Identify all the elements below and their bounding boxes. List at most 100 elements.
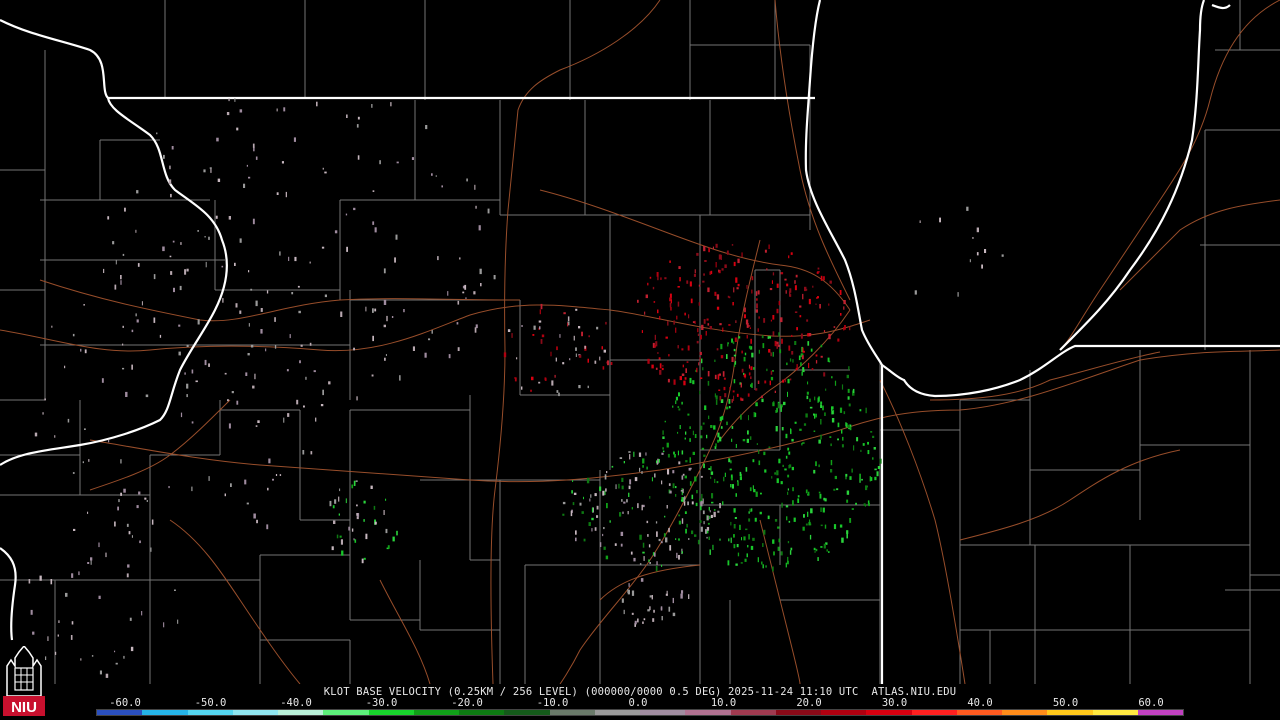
echo-pixel: [120, 492, 122, 496]
echo-pixel: [287, 413, 290, 417]
echo-pixel: [708, 506, 710, 511]
echo-pixel: [771, 476, 773, 479]
echo-pixel: [768, 349, 771, 353]
echo-pixel: [847, 396, 850, 400]
echo-pixel: [874, 468, 877, 471]
echo-pixel: [751, 508, 753, 512]
echo-pixel: [590, 494, 592, 498]
echo-pixel: [738, 336, 741, 339]
echo-pixel: [984, 249, 987, 253]
echo-pixel: [661, 564, 663, 567]
echo-pixel: [817, 267, 820, 270]
echo-pixel: [702, 510, 705, 515]
echo-pixel: [217, 178, 221, 182]
echo-pixel: [772, 539, 775, 544]
echo-pixel: [591, 507, 594, 513]
echo-pixel: [640, 578, 644, 582]
echo-pixel: [808, 521, 811, 526]
colorbar-segment: [368, 710, 414, 715]
echo-pixel: [191, 486, 193, 492]
echo-pixel: [356, 124, 359, 128]
echo-pixel: [570, 510, 573, 517]
echo-pixel: [677, 450, 679, 456]
echo-pixel: [539, 309, 541, 315]
echo-pixel: [521, 325, 523, 327]
echo-pixel: [733, 261, 736, 267]
echo-pixel: [246, 502, 249, 505]
echo-pixel: [531, 376, 534, 381]
echo-pixel: [694, 434, 697, 438]
echo-pixel: [656, 272, 659, 277]
echo-pixel: [751, 289, 753, 294]
echo-pixel: [731, 438, 733, 442]
echo-pixel: [708, 468, 711, 470]
echo-pixel: [646, 466, 648, 470]
echo-pixel: [720, 343, 723, 350]
echo-pixel: [203, 169, 206, 173]
echo-pixel: [629, 479, 632, 485]
echo-pixel: [652, 286, 655, 290]
echo-pixel: [823, 330, 826, 333]
echo-pixel: [668, 483, 671, 486]
echo-pixel: [718, 389, 721, 391]
echo-pixel: [739, 524, 741, 530]
echo-pixel: [819, 304, 821, 309]
echo-pixel: [703, 521, 705, 525]
echo-pixel: [305, 376, 307, 380]
echo-pixel: [799, 305, 802, 308]
echo-pixel: [661, 616, 663, 621]
echo-pixel: [839, 407, 843, 413]
echo-pixel: [809, 406, 813, 409]
echo-pixel: [830, 469, 833, 473]
echo-pixel: [573, 492, 577, 495]
echo-pixel: [874, 476, 877, 481]
echo-pixel: [792, 487, 794, 492]
echo-pixel: [141, 611, 143, 616]
echo-pixel: [739, 477, 742, 481]
echo-pixel: [681, 348, 684, 351]
echo-pixel: [776, 478, 779, 484]
echo-pixel: [300, 344, 303, 347]
echo-pixel: [651, 595, 653, 600]
echo-pixel: [425, 125, 428, 130]
echo-pixel: [681, 551, 683, 554]
echo-pixel: [818, 491, 821, 494]
echo-pixel: [675, 538, 677, 540]
echo-pixel: [735, 277, 738, 283]
echo-pixel: [385, 528, 388, 534]
echo-pixel: [274, 345, 277, 349]
echo-pixel: [761, 335, 764, 339]
echo-pixel: [684, 377, 687, 380]
echo-pixel: [689, 481, 692, 486]
echo-pixel: [782, 379, 785, 383]
echo-pixel: [107, 216, 110, 220]
echo-pixel: [136, 505, 139, 509]
echo-pixel: [782, 464, 784, 467]
echo-pixel: [474, 184, 476, 190]
echo-pixel: [655, 367, 658, 370]
echo-pixel: [260, 308, 263, 312]
echo-pixel: [172, 240, 175, 243]
echo-pixel: [339, 488, 341, 492]
echo-pixel: [743, 314, 746, 319]
echo-pixel: [851, 508, 854, 510]
echo-pixel: [690, 298, 693, 304]
echo-pixel: [804, 286, 807, 292]
echo-pixel: [628, 485, 631, 490]
echo-pixel: [204, 236, 206, 238]
echo-pixel: [126, 573, 129, 578]
echo-pixel: [131, 535, 133, 538]
echo-pixel: [144, 497, 147, 500]
echo-pixel: [830, 443, 832, 447]
echo-pixel: [623, 609, 625, 615]
echo-pixel: [186, 394, 188, 398]
echo-pixel: [688, 538, 690, 540]
echo-pixel: [686, 361, 689, 363]
echo-pixel: [683, 380, 686, 386]
echo-pixel: [785, 562, 787, 568]
echo-pixel: [758, 460, 761, 466]
echo-pixel: [634, 620, 637, 625]
echo-pixel: [722, 371, 725, 377]
echo-pixel: [254, 373, 256, 380]
echo-pixel: [186, 344, 189, 347]
